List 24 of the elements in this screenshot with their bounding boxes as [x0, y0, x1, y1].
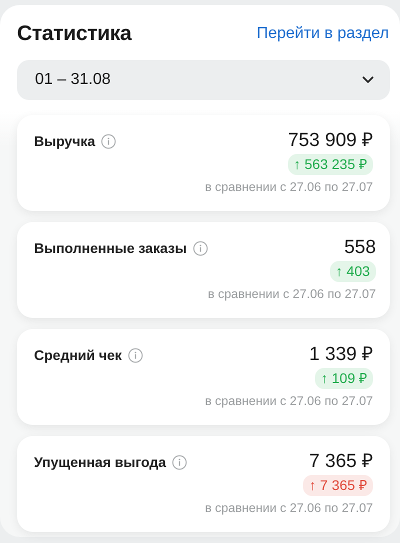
change-badge: ↑ 109 ₽	[314, 368, 373, 389]
metric-label: Средний чек	[34, 347, 122, 363]
metric-value: 558	[344, 237, 376, 259]
section-title: Статистика	[17, 22, 132, 46]
change-badge: ↑ 7 365 ₽	[303, 475, 373, 496]
change-badge: ↑ 563 235 ₽	[288, 154, 373, 175]
metric-label: Выручка	[34, 133, 96, 149]
info-icon[interactable]	[128, 348, 143, 362]
section-link[interactable]: Перейти в раздел	[256, 24, 389, 42]
comparison-text: в сравнении с 27.06 по 27.07	[208, 287, 376, 301]
metric-value: 1 339 ₽	[309, 344, 373, 366]
info-icon[interactable]	[192, 240, 208, 256]
info-icon[interactable]	[101, 134, 116, 148]
metric-value: 753 909 ₽	[288, 130, 373, 152]
metric-label: Выполненные заказы	[34, 240, 187, 256]
info-icon[interactable]	[172, 454, 188, 470]
comparison-text: в сравнении с 27.06 по 27.07	[204, 394, 373, 408]
change-badge: ↑ 403	[330, 261, 376, 282]
metric-value: 7 365 ₽	[309, 451, 373, 473]
comparison-text: в сравнении с 27.06 по 27.07	[204, 180, 373, 194]
comparison-text: в сравнении с 27.06 по 27.07	[204, 501, 373, 515]
period-dropdown[interactable]: 01 – 31.08	[17, 60, 390, 100]
chevron-down-icon	[362, 76, 374, 84]
metric-label: Упущенная выгода	[34, 454, 166, 470]
